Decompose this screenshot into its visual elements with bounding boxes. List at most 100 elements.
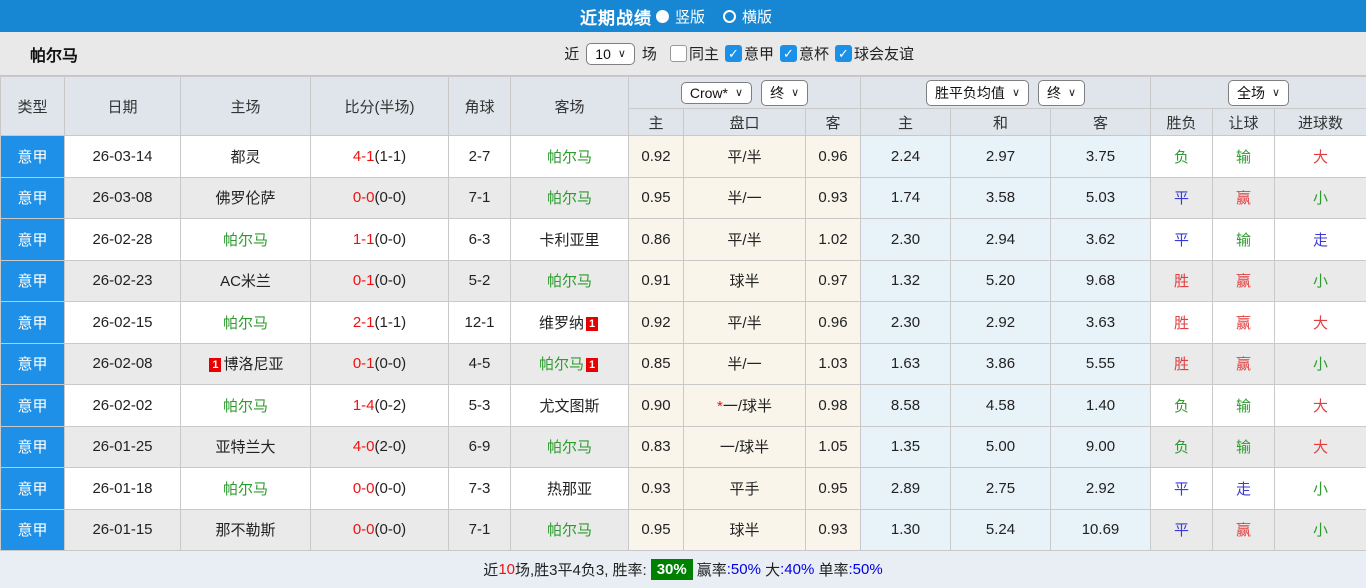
checkbox-意杯[interactable]: ✓: [779, 45, 797, 62]
result-goals: 小: [1274, 508, 1366, 551]
handicap-text: 一/球半: [722, 397, 772, 415]
corners-cell: 2-7: [448, 135, 511, 178]
avg-lose-odds: 1.40: [1050, 384, 1151, 427]
team-name: 帕尔马: [546, 148, 592, 166]
home-team-cell: 帕尔马: [180, 467, 311, 510]
dropdown-select-Crow*[interactable]: Crow* ∨: [680, 81, 753, 104]
result-wdl: 平: [1150, 218, 1213, 261]
chevron-down-icon: ∨: [617, 48, 626, 60]
dropdown-value: 终: [1047, 84, 1061, 101]
checkbox-label-同主[interactable]: 同主: [689, 43, 719, 64]
checkbox-label-球会友谊[interactable]: 球会友谊: [854, 43, 914, 64]
filter-checkboxes: 同主 ✓ 意甲 ✓ 意杯 ✓ 球会友谊: [664, 43, 914, 64]
team-name: 帕尔马: [222, 397, 268, 415]
table-row: 意甲 26-02-28 帕尔马 1-1(0-0) 6-3 卡利亚里 0.86 平/半 1.02 2…: [0, 218, 1366, 261]
result-goals: 大: [1274, 384, 1366, 427]
date-cell: 26-01-18: [64, 467, 181, 510]
summary-text: :40%: [780, 561, 815, 578]
col-away: 客场: [510, 76, 629, 136]
result-wdl: 负: [1150, 135, 1213, 178]
halftime-score: (2-0): [374, 438, 407, 456]
team-name: 尤文图斯: [539, 397, 600, 415]
league-cell: 意甲: [0, 218, 65, 261]
result-handicap: 输: [1212, 218, 1275, 261]
score-cell: 0-1(0-0): [310, 342, 449, 385]
crow-away-odds: 0.93: [805, 508, 861, 551]
home-team-cell: 帕尔马: [180, 301, 311, 344]
score-cell: 0-1(0-0): [310, 259, 449, 302]
crow-away-odds: 0.97: [805, 259, 861, 302]
handicap-cell: 平/半: [683, 218, 806, 261]
crow-home-odds: 0.85: [628, 342, 684, 385]
away-team-cell: 帕尔马 1: [510, 342, 629, 385]
table-row: 意甲 26-01-15 那不勒斯 0-0(0-0) 7-1 帕尔马 0.95 球半 0.93 1.…: [0, 508, 1366, 551]
league-cell: 意甲: [0, 425, 65, 468]
fulltime-score: 2-1: [352, 313, 375, 331]
table-row: 意甲 26-03-08 佛罗伦萨 0-0(0-0) 7-1 帕尔马 0.95 半/一 0.93 1…: [0, 176, 1366, 219]
result-goals: 大: [1274, 301, 1366, 344]
result-handicap: 输: [1212, 135, 1275, 178]
col-type: 类型: [0, 76, 65, 136]
chevron-down-icon: ∨: [791, 87, 800, 99]
result-goals: 大: [1274, 135, 1366, 178]
away-team-cell: 帕尔马: [510, 508, 629, 551]
dropdown-select-终[interactable]: 终 ∨: [761, 79, 809, 106]
vertical-layout-label[interactable]: 竖版: [675, 6, 705, 27]
table-row: 意甲 26-01-25 亚特兰大 4-0(2-0) 6-9 帕尔马 0.83 一/球半 1.05…: [0, 425, 1366, 468]
summary-text: 大: [760, 562, 781, 579]
corners-cell: 5-3: [448, 384, 511, 427]
avg-draw-odds: 3.58: [950, 176, 1051, 219]
league-cell: 意甲: [0, 176, 65, 219]
subcol-crow-away: 客: [805, 108, 861, 136]
fulltime-score: 0-1: [352, 272, 375, 290]
dropdown-select-终[interactable]: 终 ∨: [1038, 79, 1086, 106]
crow-away-odds: 0.93: [805, 176, 861, 219]
subcol-result-handicap: 让球: [1212, 108, 1275, 136]
team-name: 帕尔马: [546, 190, 592, 208]
horizontal-layout-label[interactable]: 横版: [742, 6, 772, 27]
result-goals: 小: [1274, 467, 1366, 510]
crow-away-odds: 0.98: [805, 384, 861, 427]
checkbox-label-意杯[interactable]: 意杯: [799, 43, 829, 64]
away-team-cell: 维罗纳 1: [510, 301, 629, 344]
table-row: 意甲 26-01-18 帕尔马 0-0(0-0) 7-3 热那亚 0.93 平手 0.95 2.8…: [0, 467, 1366, 510]
dropdown-select-全场[interactable]: 全场 ∨: [1227, 79, 1290, 106]
avg-draw-odds: 2.92: [950, 301, 1051, 344]
away-team-cell: 卡利亚里: [510, 218, 629, 261]
recent-results-panel: 近期战绩 竖版 横版 帕尔马 近 10 ∨ 场 同主 ✓ 意甲 ✓ 意杯 ✓ 球会友谊 类型: [0, 0, 1366, 588]
subcol-avg-win: 主: [860, 108, 951, 136]
result-wdl: 平: [1150, 508, 1213, 551]
result-handicap: 输: [1212, 384, 1275, 427]
crow-home-odds: 0.91: [628, 259, 684, 302]
date-cell: 26-02-28: [64, 218, 181, 261]
crow-away-odds: 0.96: [805, 135, 861, 178]
score-cell: 1-1(0-0): [310, 218, 449, 261]
corners-cell: 7-1: [448, 176, 511, 219]
col-score: 比分(半场): [310, 76, 449, 136]
result-handicap: 走: [1212, 467, 1275, 510]
win-rate-badge: 30%: [650, 559, 693, 580]
dropdown-value: 全场: [1236, 84, 1265, 101]
checkbox-球会友谊[interactable]: ✓: [834, 45, 852, 62]
away-team-cell: 帕尔马: [510, 135, 629, 178]
col-date: 日期: [64, 76, 181, 136]
avg-draw-odds: 2.75: [950, 467, 1051, 510]
summary-text: 近: [483, 562, 499, 579]
avg-win-odds: 2.24: [860, 135, 951, 178]
team-name: 佛罗伦萨: [215, 190, 276, 208]
vertical-layout-radio[interactable]: [655, 9, 669, 23]
checkbox-意甲[interactable]: ✓: [724, 45, 742, 62]
horizontal-layout-radio[interactable]: [723, 9, 736, 23]
avg-win-odds: 1.30: [860, 508, 951, 551]
col-corners: 角球: [448, 76, 511, 136]
corners-cell: 4-5: [448, 342, 511, 385]
subcol-avg-lose: 客: [1050, 108, 1151, 136]
checkbox-label-意甲[interactable]: 意甲: [744, 43, 774, 64]
checkbox-同主[interactable]: [669, 45, 687, 62]
avg-draw-odds: 5.24: [950, 508, 1051, 551]
recent-count-select[interactable]: 10 ∨: [586, 42, 635, 65]
dropdown-select-胜平负均值[interactable]: 胜平负均值 ∨: [925, 79, 1029, 106]
corners-cell: 7-1: [448, 508, 511, 551]
result-wdl: 胜: [1150, 259, 1213, 302]
team-name: 帕尔马: [222, 480, 268, 498]
